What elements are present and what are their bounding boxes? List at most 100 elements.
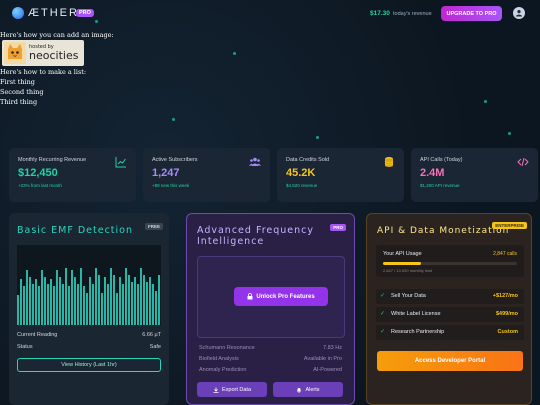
usage-label: Your API Usage [383,251,422,257]
emf-bar [17,295,19,325]
brand-name: ÆTHER [28,7,79,19]
free-tag: FREE [144,223,163,230]
today-revenue-label: today's revenue [393,10,432,17]
income-label: White Label License [391,311,441,317]
income-label: Sell Your Data [391,293,426,299]
emf-bar [128,275,130,325]
alerts-label: Alerts [305,386,320,393]
api-title: API & Data Monetization [377,226,510,236]
income-value: +$127/mo [492,293,518,299]
today-revenue-amount: $17.30 [370,10,390,17]
api-panel: API & Data Monetization ENTERPRISE Your … [366,213,532,405]
emf-bar [56,270,58,325]
particle [508,132,511,135]
stat-value: 1,247 [152,167,180,179]
export-data-button[interactable]: Export Data [197,382,267,397]
emf-bar [149,277,151,325]
export-data-label: Export Data [221,386,252,393]
freq-row-value: AI-Powered [313,367,342,373]
income-row-white-label[interactable]: ✓ White Label License $499/mo [376,307,524,322]
emf-bar [155,291,157,325]
emf-title: Basic EMF Detection [17,225,134,236]
emf-bar [74,277,76,325]
view-history-button[interactable]: View History (Last 1hr) [17,358,161,372]
upgrade-button[interactable]: UPGRADE TO PRO [441,6,502,21]
emf-bar [92,284,94,325]
user-menu-button[interactable] [513,7,525,19]
users-icon [249,157,261,166]
emf-bar [86,293,88,325]
chart-icon [115,157,126,168]
emf-bar [152,284,154,325]
check-icon: ✓ [380,329,386,335]
api-usage-box: Your API Usage 2,847 calls 2,847 / 10,00… [376,245,524,277]
particle [316,136,319,139]
freq-row-value: 7.83 Hz [323,345,342,351]
neocities-badge[interactable]: hosted by neocities [2,40,84,66]
emf-bar [59,277,61,325]
stat-card-mrr: Monthly Recurring Revenue $12,450 +23% f… [9,148,136,202]
income-row-research[interactable]: ✓ Research Partnership Custom [376,325,524,340]
check-icon: ✓ [380,293,386,299]
emf-bar [104,277,106,325]
emf-bar [107,284,109,325]
top-bar: ÆTHER PRO $17.30 today's revenue UPGRADE… [0,0,540,28]
emf-bar [143,275,145,325]
income-value: Custom [497,329,518,335]
emf-bar [80,268,82,325]
emf-bar [38,286,40,325]
emf-bar [131,282,133,325]
emf-bar [98,275,100,325]
emf-bar [71,270,73,325]
income-value: $499/mo [495,311,518,317]
emf-bar [35,279,37,325]
emf-bar [32,284,34,325]
stat-sub: +89 new this week [152,183,190,188]
stat-value: 45.2K [286,167,316,179]
bell-icon [297,387,302,393]
pro-tag: PRO [330,224,346,231]
emf-bar [47,284,49,325]
emf-bar [110,268,112,325]
code-icon [517,157,529,167]
emf-bar [26,270,28,325]
alerts-button[interactable]: Alerts [273,382,343,397]
emf-bar [95,268,97,325]
usage-value: 2,847 calls [493,251,517,257]
list-item: Third thing [0,98,38,106]
emf-bar [134,277,136,325]
list-item: Second thing [0,88,44,96]
particle [172,118,175,121]
emf-bar [65,268,67,325]
particle [233,52,236,55]
unlock-pro-button[interactable]: Unlock Pro Features [234,287,328,306]
emf-bar [23,286,25,325]
frequency-panel: Advanced Frequency Intelligence PRO Unlo… [186,213,355,405]
stat-title: Active Subscribers [152,157,198,163]
emf-reading-chart [17,245,161,325]
emf-bar [125,268,127,325]
emf-bar [20,279,22,325]
freq-row-value: Available in Pro [303,356,342,362]
check-icon: ✓ [380,311,386,317]
freq-row-label: Anomaly Prediction [199,367,247,373]
emf-bar [119,277,121,325]
emf-bar [113,275,115,325]
developer-portal-button[interactable]: Access Developer Portal [377,351,523,371]
income-label: Research Partnership [391,329,445,335]
stat-sub: $4,520 revenue [286,183,318,188]
frequency-title: Advanced Frequency Intelligence [197,225,315,247]
download-icon [213,387,219,393]
neocities-cat-icon [4,42,26,64]
emf-bar [137,284,139,325]
income-row-sell-data[interactable]: ✓ Sell Your Data +$127/mo [376,289,524,304]
user-icon [516,10,522,17]
neocities-big-text: neocities [29,49,79,62]
emf-bar [101,293,103,325]
emf-bar [140,268,142,325]
emf-bar [50,279,52,325]
emf-bar [29,277,31,325]
emf-bar [44,277,46,325]
stat-title: API Calls (Today) [420,157,463,163]
pro-locked-area: Unlock Pro Features [197,256,345,338]
